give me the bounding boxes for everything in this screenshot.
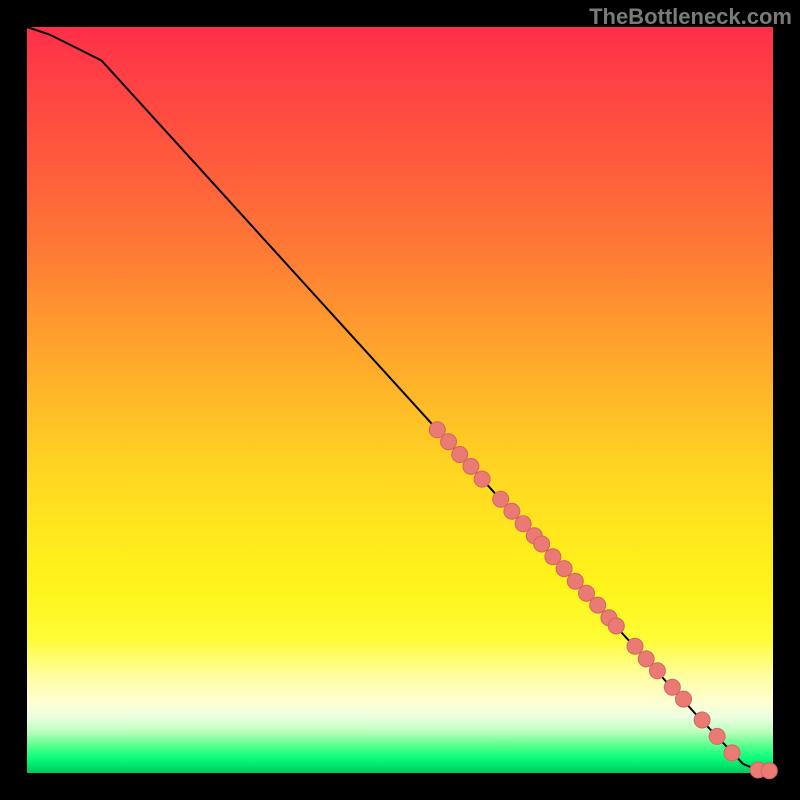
highlight-dot bbox=[515, 516, 531, 532]
highlight-dot bbox=[504, 503, 520, 519]
highlight-dot bbox=[441, 434, 457, 450]
bottleneck-curve bbox=[27, 27, 773, 771]
highlight-dot bbox=[649, 663, 665, 679]
highlight-dots bbox=[429, 422, 777, 779]
highlight-dot bbox=[627, 638, 643, 654]
highlight-dot bbox=[556, 561, 572, 577]
highlight-dot bbox=[724, 745, 740, 761]
highlight-dot bbox=[709, 728, 725, 744]
highlight-dot bbox=[474, 471, 490, 487]
highlight-dot bbox=[429, 422, 445, 438]
highlight-dot bbox=[493, 491, 509, 507]
highlight-dot bbox=[694, 712, 710, 728]
highlight-dot bbox=[590, 597, 606, 613]
highlight-dot bbox=[608, 618, 624, 634]
chart-svg bbox=[27, 27, 773, 773]
highlight-dot bbox=[463, 458, 479, 474]
watermark-text: TheBottleneck.com bbox=[589, 4, 792, 30]
chart-stage: TheBottleneck.com bbox=[0, 0, 800, 800]
highlight-dot bbox=[676, 691, 692, 707]
plot-area bbox=[27, 27, 773, 773]
highlight-dot bbox=[761, 763, 777, 779]
highlight-dot bbox=[534, 536, 550, 552]
